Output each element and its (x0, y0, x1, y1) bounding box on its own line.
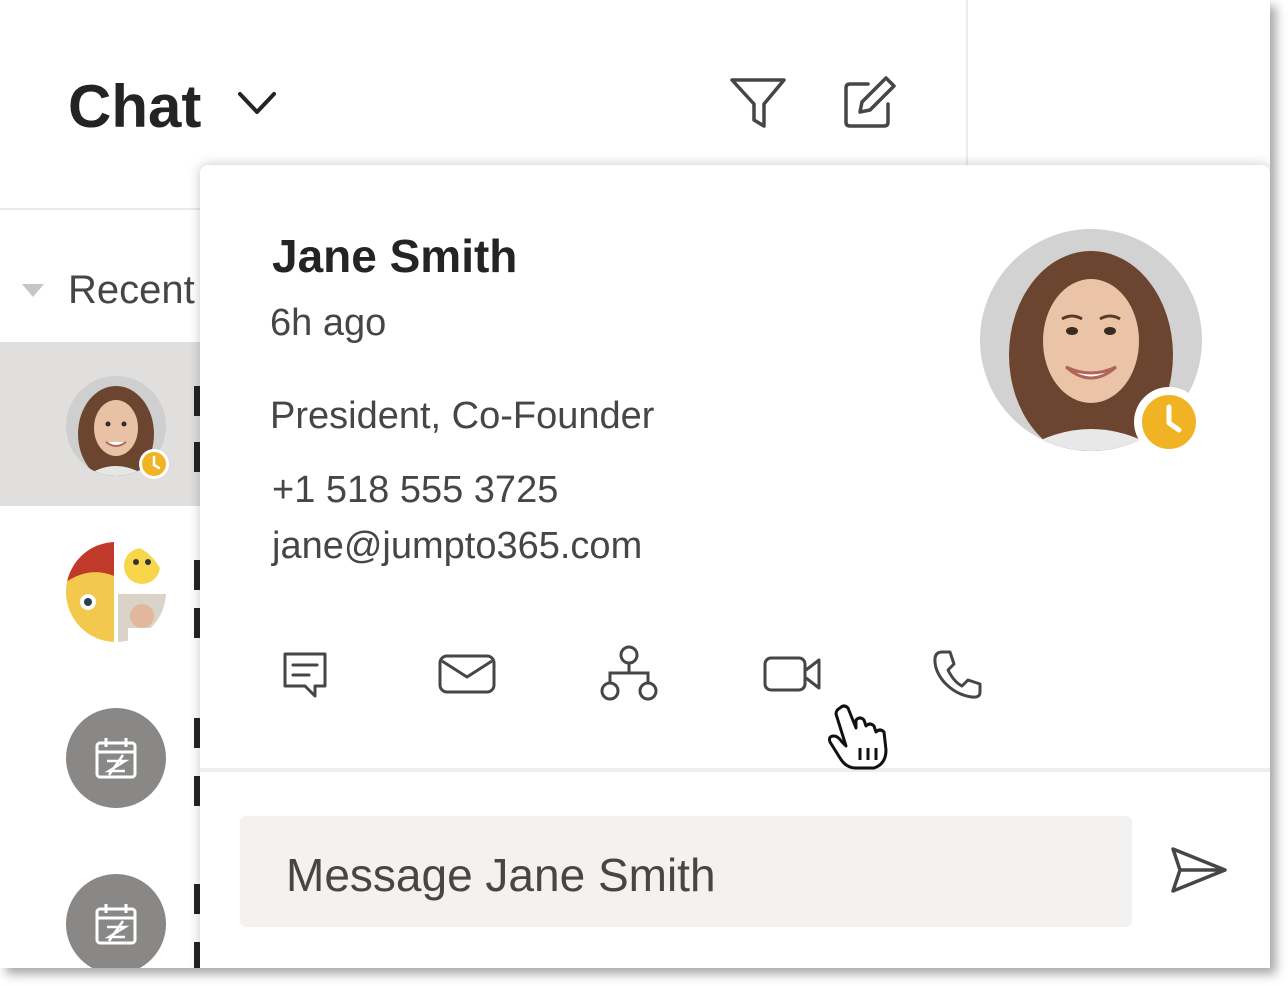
message-input-placeholder: Message Jane Smith (286, 849, 716, 901)
contact-email[interactable]: jane@jumpto365.com (272, 525, 642, 568)
presence-away-icon (1134, 387, 1204, 457)
meeting-avatar (66, 708, 166, 808)
chat-title: Chat (68, 73, 202, 140)
contact-status-time: 6h ago (270, 302, 387, 344)
org-chart-action-button[interactable] (596, 641, 662, 707)
contact-card: Jane Smith 6h ago President, Co-Founder … (200, 165, 1270, 968)
group-avatar (66, 542, 166, 642)
contact-name: Jane Smith (272, 230, 518, 282)
video-icon (763, 656, 821, 692)
phone-icon (933, 650, 982, 699)
teams-window: Chat Recent Jane Smith 6h ago President,… (0, 0, 1270, 968)
audio-call-action-button[interactable] (924, 641, 990, 707)
hand-cursor-icon (828, 704, 888, 770)
caret-down-icon (22, 284, 44, 297)
calendar-icon (95, 904, 137, 945)
meeting-avatar (66, 874, 166, 968)
chevron-down-icon[interactable] (236, 88, 278, 118)
calendar-icon (95, 738, 137, 779)
contact-job-title: President, Co-Founder (270, 395, 655, 437)
mail-icon (438, 654, 496, 694)
email-action-button[interactable] (434, 641, 500, 707)
contact-phone[interactable]: +1 518 555 3725 (272, 469, 558, 512)
pane-divider (966, 0, 968, 165)
video-call-action-button[interactable] (760, 641, 826, 707)
chat-icon (283, 652, 327, 698)
message-input[interactable]: Message Jane Smith (240, 816, 1132, 927)
send-icon[interactable] (1170, 845, 1228, 895)
org-chart-icon (600, 645, 658, 701)
compose-icon[interactable] (840, 74, 898, 132)
chat-action-button[interactable] (272, 641, 338, 707)
recent-section-label: Recent (68, 268, 195, 312)
filter-icon[interactable] (728, 76, 788, 132)
presence-away-icon (139, 449, 169, 479)
card-divider (200, 768, 1270, 772)
group-avatar-image (66, 542, 166, 642)
